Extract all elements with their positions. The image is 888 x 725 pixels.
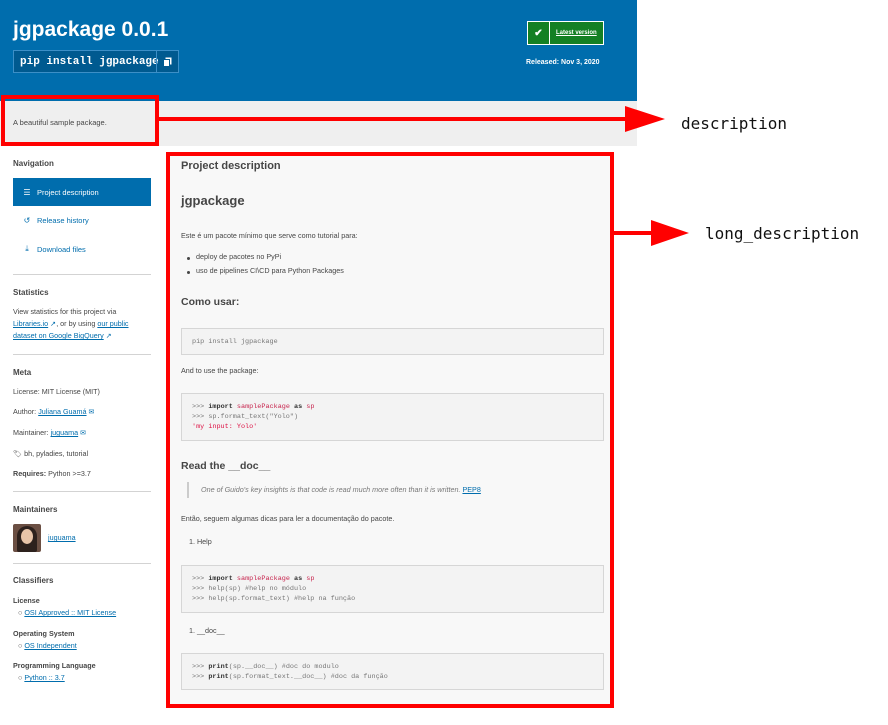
meta-maintainer: Maintainer: juguama ✉ bbox=[13, 427, 153, 439]
classifier-license-link[interactable]: OSI Approved :: MIT License bbox=[24, 608, 116, 617]
requires-label: Requires: bbox=[13, 469, 47, 478]
envelope-icon: ✉ bbox=[78, 428, 87, 437]
bigquery-link[interactable]: our public bbox=[97, 319, 128, 328]
bullet-icon: ○ bbox=[18, 641, 23, 650]
classifier-license-heading: License bbox=[13, 596, 40, 605]
nav-label: Download files bbox=[37, 244, 86, 254]
bullet-icon: ○ bbox=[18, 673, 23, 682]
author-link[interactable]: Juliana Guamá bbox=[38, 407, 86, 416]
release-date: Released: Nov 3, 2020 bbox=[526, 59, 600, 66]
description-arrow-line bbox=[159, 117, 629, 121]
long-description-arrow-icon bbox=[651, 220, 689, 246]
latest-version-button[interactable]: ✔ Latest version bbox=[527, 21, 604, 45]
copy-icon[interactable] bbox=[156, 51, 178, 72]
description-arrow-icon bbox=[625, 106, 665, 132]
nav-label: Release history bbox=[37, 215, 89, 225]
long-description-annotation: long_description bbox=[705, 224, 860, 243]
page: jgpackage 0.0.1 pip install jgpackage ✔ … bbox=[0, 0, 888, 725]
statistics-text-2: , or by using bbox=[56, 319, 96, 328]
description-highlight-box bbox=[1, 95, 159, 146]
tags-text: bh, pyladies, tutorial bbox=[24, 449, 89, 458]
classifier-license-item: ○ OSI Approved :: MIT License bbox=[18, 607, 158, 619]
bullet-icon: ○ bbox=[18, 608, 23, 617]
meta-tags: 🏷 bh, pyladies, tutorial bbox=[13, 448, 153, 460]
classifiers-heading: Classifiers bbox=[13, 576, 54, 585]
nav-label: Project description bbox=[37, 187, 99, 197]
pip-command[interactable]: pip install jgpackage bbox=[14, 56, 159, 68]
maintainers-heading: Maintainers bbox=[13, 505, 58, 514]
long-description-arrow-line bbox=[614, 231, 654, 235]
classifier-lang-item: ○ Python :: 3.7 bbox=[18, 672, 158, 684]
package-title: jgpackage 0.0.1 bbox=[13, 18, 169, 41]
meta-heading: Meta bbox=[13, 368, 32, 377]
divider bbox=[13, 563, 151, 564]
statistics-text-1: View statistics for this project via bbox=[13, 307, 117, 316]
avatar[interactable] bbox=[13, 524, 41, 552]
divider bbox=[13, 491, 151, 492]
nav-download-files[interactable]: ⤓ Download files bbox=[13, 239, 151, 259]
history-icon: ↺ bbox=[23, 215, 31, 225]
latest-version-label: Latest version bbox=[556, 30, 597, 36]
envelope-icon: ✉ bbox=[86, 407, 95, 416]
external-link-icon: ↗ bbox=[48, 319, 57, 328]
long-description-highlight-box bbox=[166, 152, 614, 708]
classifier-os-heading: Operating System bbox=[13, 629, 75, 638]
nav-project-description[interactable]: ☰ Project description bbox=[13, 178, 151, 206]
classifier-lang-link[interactable]: Python :: 3.7 bbox=[24, 673, 64, 682]
check-icon: ✔ bbox=[528, 22, 550, 44]
statistics-text: View statistics for this project via Lib… bbox=[13, 306, 153, 342]
meta-license: License: MIT License (MIT) bbox=[13, 387, 100, 396]
external-link-icon: ↗ bbox=[103, 331, 112, 340]
libraries-io-link[interactable]: Libraries.io bbox=[13, 319, 48, 328]
bigquery-link-2[interactable]: dataset on Google BigQuery bbox=[13, 331, 104, 340]
divider bbox=[13, 354, 151, 355]
classifier-os-link[interactable]: OS Independent bbox=[24, 641, 76, 650]
requires-value: Python >=3.7 bbox=[48, 469, 91, 478]
navigation-heading: Navigation bbox=[13, 159, 54, 168]
meta-requires: Requires: Python >=3.7 bbox=[13, 468, 153, 480]
download-icon: ⤓ bbox=[25, 244, 29, 253]
nav-release-history[interactable]: ↺ Release history bbox=[13, 210, 151, 230]
statistics-heading: Statistics bbox=[13, 288, 49, 297]
meta-author: Author: Juliana Guamá ✉ bbox=[13, 406, 153, 418]
classifier-os-item: ○ OS Independent bbox=[18, 640, 158, 652]
align-left-icon: ☰ bbox=[23, 187, 31, 197]
pip-install-box: pip install jgpackage bbox=[13, 50, 179, 73]
author-label: Author: bbox=[13, 407, 37, 416]
tags-icon: 🏷 bbox=[13, 449, 23, 458]
maintainer-link[interactable]: juguama bbox=[51, 428, 79, 437]
description-annotation: description bbox=[681, 114, 787, 133]
maintainer-user-link[interactable]: juguama bbox=[48, 532, 108, 544]
classifier-lang-heading: Programming Language bbox=[13, 661, 96, 670]
maintainer-label: Maintainer: bbox=[13, 428, 49, 437]
avatar-face bbox=[21, 529, 33, 544]
divider bbox=[13, 274, 151, 275]
